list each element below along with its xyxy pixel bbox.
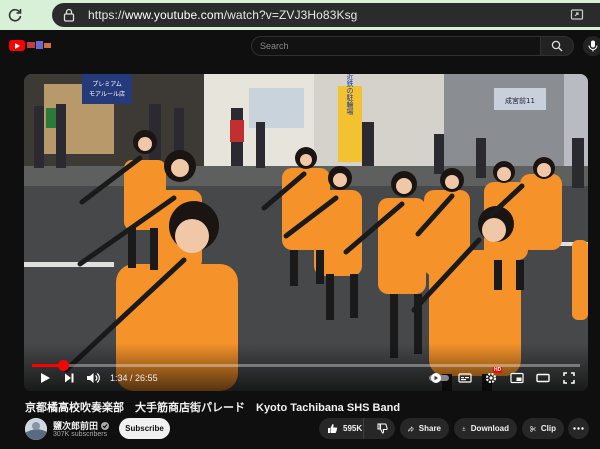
voice-search-button[interactable] (583, 36, 600, 56)
settings-icon (485, 372, 497, 384)
subscriber-count: 307K subscribers (53, 431, 108, 438)
settings-button[interactable]: HD (482, 367, 503, 387)
lock-icon[interactable] (62, 8, 76, 22)
shop-sign-line-2: モアルール店 (89, 90, 125, 98)
doodle-icon[interactable] (27, 39, 51, 51)
reload-icon[interactable] (0, 0, 30, 30)
subtitles-button[interactable] (456, 369, 474, 387)
volume-button[interactable] (84, 369, 102, 387)
channel-avatar[interactable] (25, 418, 47, 440)
share-button[interactable]: Share (400, 418, 449, 439)
time-separator: / (127, 373, 136, 383)
banner-vertical-sign: 近鉄の駐輪場 (346, 74, 354, 116)
shop-sign-line-1: プレミアム (92, 81, 122, 88)
share-label: Share (418, 424, 441, 433)
time-display: 1:34 / 26:55 (110, 373, 158, 383)
duration: 26:55 (135, 373, 158, 383)
search-placeholder: Search (260, 41, 289, 51)
url-scheme: https:// (88, 8, 125, 22)
fullscreen-button[interactable] (560, 369, 578, 387)
dislike-button[interactable] (369, 418, 395, 439)
miniplayer-button[interactable] (508, 369, 526, 387)
thumbs-up-icon (328, 424, 338, 433)
current-time: 1:34 (110, 373, 128, 383)
hd-badge: HD (493, 367, 503, 373)
search-icon (551, 40, 563, 52)
next-button[interactable] (60, 369, 78, 387)
theater-icon (536, 373, 550, 383)
browser-toolbar: https://www.youtube.com/watch?v=ZVJ3Ho83… (0, 0, 600, 30)
play-button[interactable] (36, 369, 54, 387)
download-label: Download (470, 424, 509, 433)
volume-icon (87, 373, 100, 383)
play-icon (41, 373, 50, 383)
more-actions-button[interactable] (568, 418, 589, 439)
verified-check-icon (101, 422, 110, 430)
mic-icon (588, 40, 598, 52)
theater-mode-button[interactable] (534, 369, 552, 387)
url-text: https://www.youtube.com/watch?v=ZVJ3Ho83… (88, 8, 357, 22)
like-button[interactable]: 595K (319, 418, 365, 439)
like-count: 595K (343, 424, 363, 433)
autoplay-toggle-icon (429, 373, 449, 383)
video-title: 京都橘高校吹奏楽部 大手筋商店街パレード Kyoto Tachibana SHS… (25, 402, 401, 414)
thumbs-down-icon (377, 423, 388, 434)
subtitles-icon (458, 373, 472, 383)
video-player[interactable]: プレミアム モアルール店 近鉄の駐輪場 成宮前11 1:34 / 26:55 H… (24, 74, 588, 391)
url-host: www.youtube.com (124, 8, 224, 22)
address-bar[interactable]: https://www.youtube.com/watch?v=ZVJ3Ho83… (52, 3, 600, 27)
download-button[interactable]: Download (454, 418, 517, 439)
like-dislike-group: 595K (319, 418, 395, 439)
subscribe-button[interactable]: Subscribe (119, 418, 170, 439)
next-icon (65, 373, 74, 383)
controls-gradient (24, 343, 588, 391)
share-icon (408, 425, 414, 432)
download-icon (462, 426, 466, 431)
extension-icon[interactable] (570, 8, 584, 27)
search-button[interactable] (540, 36, 574, 56)
more-horizontal-icon (573, 427, 584, 430)
youtube-logo-icon[interactable] (9, 40, 25, 51)
clip-button[interactable]: Clip (522, 418, 564, 439)
fullscreen-icon (563, 372, 575, 384)
station-sign: 成宮前11 (505, 96, 535, 105)
url-path: /watch?v=ZVJ3Ho83Ksg (223, 8, 358, 22)
channel-name-text: 鹽次郎前田 (53, 421, 99, 431)
clip-label: Clip (540, 424, 556, 433)
scissors-icon (530, 425, 536, 432)
miniplayer-icon (510, 372, 524, 384)
search-input[interactable]: Search (251, 36, 540, 56)
autoplay-toggle[interactable] (428, 369, 450, 387)
